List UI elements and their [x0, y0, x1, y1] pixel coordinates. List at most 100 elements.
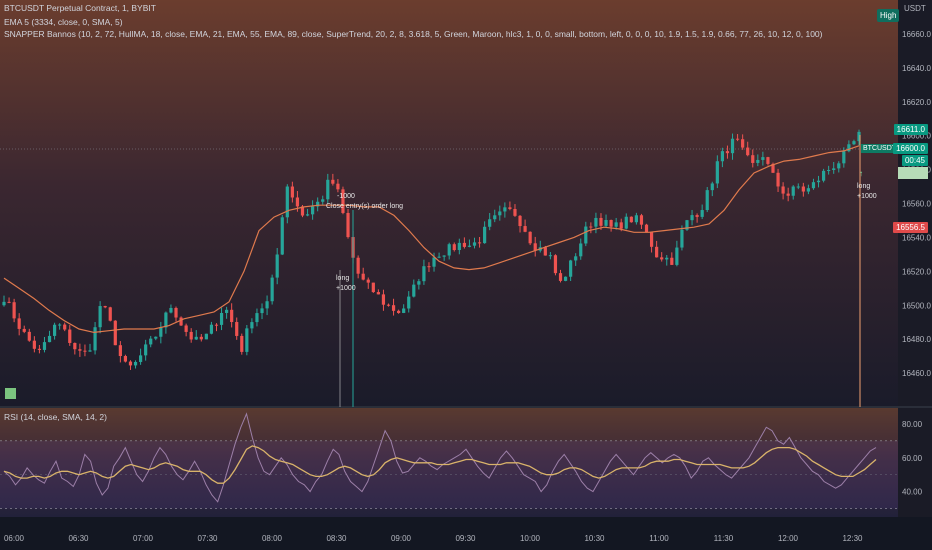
- candle-body: [397, 310, 401, 313]
- candle-body: [371, 282, 375, 293]
- candle-body: [624, 216, 628, 229]
- candle-body: [154, 336, 158, 339]
- candle-body: [149, 338, 153, 345]
- candle-body: [741, 139, 745, 148]
- candle-body: [260, 308, 264, 314]
- symbol-legend[interactable]: BTCUSDT Perpetual Contract, 1, BYBIT: [4, 2, 156, 14]
- candle-body: [209, 324, 214, 334]
- candle-body: [806, 188, 811, 192]
- candle-body: [467, 245, 472, 247]
- candle-body: [336, 183, 340, 190]
- candle-body: [270, 277, 274, 302]
- candle-body: [194, 336, 198, 340]
- candle-body: [477, 242, 482, 244]
- candle-body: [533, 243, 537, 251]
- rsi-tick-label: 80.00: [902, 420, 923, 429]
- candle-body: [781, 186, 785, 194]
- countdown-tag: 00:45: [901, 155, 928, 166]
- time-tick-label: 11:00: [649, 534, 669, 543]
- candle-body: [614, 222, 618, 227]
- candle-body: [584, 226, 588, 244]
- candle-body: [786, 193, 790, 196]
- candle-body: [472, 242, 477, 246]
- time-tick-label: 12:00: [778, 534, 799, 543]
- candle-body: [660, 257, 664, 260]
- candle-body: [305, 214, 310, 216]
- candle-body: [725, 151, 730, 154]
- candle-body: [159, 327, 163, 337]
- candle-body: [665, 257, 669, 260]
- rsi-band-fill: [0, 440, 898, 509]
- candle-body: [204, 333, 208, 340]
- entry2-arrow: ↑: [859, 169, 863, 178]
- candle-body: [675, 247, 679, 265]
- candle-body: [295, 197, 300, 207]
- candle-body: [189, 331, 193, 340]
- time-tick-label: 08:00: [262, 534, 283, 543]
- candle-body: [796, 186, 800, 188]
- candle-body: [138, 355, 143, 362]
- candle-body: [543, 247, 547, 256]
- time-tick-label: 10:30: [584, 534, 605, 543]
- candle-body: [63, 324, 67, 330]
- candle-body: [133, 361, 138, 366]
- candle-body: [42, 342, 47, 350]
- candle-body: [37, 348, 42, 350]
- rsi-legend[interactable]: RSI (14, close, SMA, 14, 2): [4, 411, 107, 423]
- price-tick-label: 16560.0: [902, 200, 931, 209]
- time-tick-label: 06:00: [4, 534, 25, 543]
- candle-body: [462, 242, 466, 247]
- candle-body: [164, 312, 168, 328]
- price-tick-label: 16640.0: [902, 64, 931, 73]
- time-tick-label: 10:00: [520, 534, 541, 543]
- rsi-tick-label: 40.00: [902, 488, 923, 497]
- ema-legend[interactable]: EMA 5 (3334, close, 0, SMA, 5): [4, 16, 123, 28]
- candle-body: [816, 180, 821, 183]
- high-button[interactable]: High: [877, 9, 900, 22]
- candle-body: [103, 306, 107, 308]
- candle-body: [574, 256, 578, 261]
- chart-canvas[interactable]: ↑ 16660.016640.016620.016600.016580.0165…: [0, 0, 932, 550]
- candle-body: [361, 273, 365, 280]
- entry1-qty: +1000: [336, 285, 356, 292]
- candle-body: [407, 296, 411, 309]
- price-tick-label: 16500.0: [902, 301, 931, 310]
- candle-body: [265, 301, 269, 309]
- exit-order-label: Close entry(s) order long: [326, 203, 403, 210]
- candle-body: [639, 215, 644, 225]
- candle-body: [761, 157, 765, 160]
- candle-body: [553, 255, 558, 274]
- candle-body: [113, 320, 117, 346]
- candle-body: [488, 219, 492, 227]
- candle-body: [766, 157, 770, 164]
- candle-body: [98, 306, 102, 328]
- candle-body: [483, 226, 487, 244]
- candle-body: [108, 307, 112, 321]
- candle-body: [619, 222, 623, 229]
- price-tick-label: 16480.0: [902, 335, 931, 344]
- candle-body: [579, 243, 583, 257]
- lower-price-tag: 16556.5: [893, 222, 928, 233]
- candle-body: [498, 211, 502, 216]
- candle-body: [599, 217, 603, 226]
- candle-body: [422, 266, 426, 282]
- candle-body: [634, 215, 638, 223]
- candle-body: [240, 335, 244, 352]
- price-tick-label: 16620.0: [902, 98, 931, 107]
- candle-body: [275, 254, 279, 278]
- candle-body: [179, 317, 183, 326]
- candle-body: [700, 210, 704, 217]
- candle-body: [655, 246, 659, 258]
- candle-body: [513, 208, 517, 216]
- candle-body: [589, 226, 593, 228]
- candle-body: [78, 349, 82, 351]
- entry2-qty: +1000: [857, 193, 877, 200]
- candle-body: [412, 284, 416, 297]
- snapper-legend[interactable]: SNAPPER Bannos (10, 2, 72, HullMA, 18, c…: [4, 28, 823, 40]
- candle-body: [174, 307, 178, 318]
- time-tick-label: 07:00: [133, 534, 154, 543]
- candle-body: [290, 186, 294, 198]
- candle-body: [594, 217, 598, 227]
- candle-body: [346, 212, 350, 238]
- time-tick-label: 06:30: [68, 534, 89, 543]
